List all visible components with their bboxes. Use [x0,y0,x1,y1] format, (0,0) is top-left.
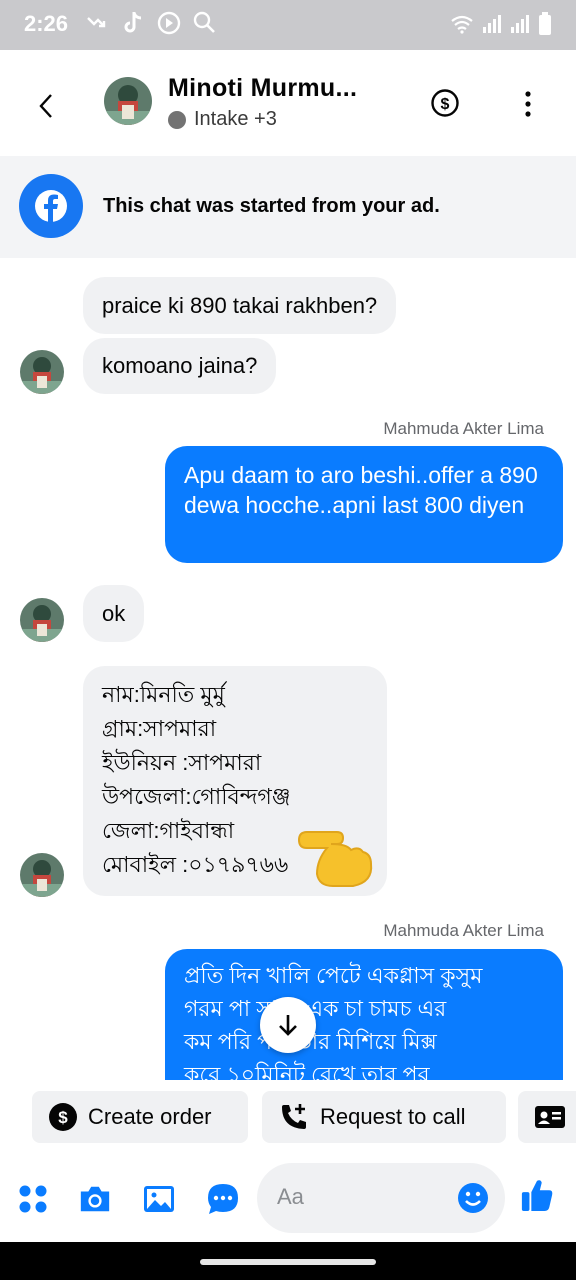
message-bubble-outgoing[interactable]: Apu daam to aro beshi..offer a 890 dewa … [165,446,563,563]
gallery-button[interactable] [142,1182,176,1216]
dollar-icon: $ [431,89,459,117]
svg-text:$: $ [58,1108,68,1127]
sender-name: Mahmuda Akter Lima [383,921,544,940]
system-navigation-bar [0,1242,576,1280]
like-button[interactable] [520,1178,554,1212]
home-gesture-handle[interactable] [200,1259,376,1265]
message-line: উপজেলা:গোবিন্দগঞ্জ [102,784,291,809]
message-line: ইউনিয়ন :সাপমারা [102,750,262,775]
wifi-icon [451,15,473,34]
arrow-down-icon [279,1015,297,1036]
message-text: Apu daam to aro beshi..offer a 890 dewa … [184,462,538,518]
signal-icon [511,15,529,33]
payment-button[interactable]: $ [430,88,460,118]
label-dot-icon [168,110,186,129]
request-to-call-button[interactable]: Request to call [262,1091,506,1143]
message-line: গ্রাম:সাপমারা [102,716,217,741]
message-text: komoano jaina? [102,353,258,378]
camera-button[interactable] [78,1182,112,1216]
message-text: praice ki 890 takai rakhben? [102,293,378,318]
ad-origin-banner: This chat was started from your ad. [0,156,576,258]
image-icon [144,1186,174,1212]
phone-plus-icon [282,1104,306,1129]
message-bubble-incoming[interactable]: praice ki 890 takai rakhben? [83,277,397,334]
contact-label-row[interactable]: Intake +3 [168,108,277,131]
vpn-icon [192,10,218,38]
contact-avatar-small[interactable] [20,350,64,394]
pointing-hand-emoji-icon [297,831,373,887]
message-line: কম পরি পাউডার মিশিয়ে মিক্স [184,1029,437,1054]
contact-name[interactable]: Minoti Murmu... [168,74,357,103]
emoji-icon[interactable] [457,1182,489,1214]
dollar-icon: $ [49,1103,77,1131]
tiktok-icon [120,10,146,38]
block-icon [156,10,182,38]
message-bubble-incoming[interactable]: komoano jaina? [83,338,277,394]
grid-icon [19,1185,47,1213]
id-card-icon [535,1106,565,1128]
message-input[interactable]: Aa [257,1163,505,1233]
more-options-button[interactable] [516,88,540,120]
request-to-call-label: Request to call [320,1104,466,1129]
contact-label: Intake +3 [194,108,277,130]
voice-message-button[interactable] [206,1182,240,1216]
facebook-icon [19,174,83,238]
sender-name: Mahmuda Akter Lima [383,419,544,438]
contact-avatar-small[interactable] [20,598,64,642]
chat-bubble-icon [208,1184,238,1214]
message-line: প্রতি দিন খালি পেটে একগ্লাস কুসুম [184,963,483,988]
status-notification-icons [84,10,218,38]
contact-card-button[interactable] [518,1091,576,1143]
more-vertical-icon [525,91,531,117]
ad-banner-text: This chat was started from your ad. [103,195,440,217]
message-line: গরম পা সাথে এক চা চামচ এর [184,996,447,1021]
contact-avatar[interactable] [104,77,152,125]
missed-call-icon [84,10,110,38]
svg-text:$: $ [441,96,450,113]
message-bubble-outgoing[interactable]: প্রতি দিন খালি পেটে একগ্লাস কুসুম গরম পা… [165,949,563,1080]
message-bubble-incoming[interactable]: ok [83,585,145,642]
chevron-left-icon [39,94,52,118]
status-bar: 2:26 [0,0,576,50]
create-order-button[interactable]: $ Create order [32,1091,248,1143]
create-order-label: Create order [88,1104,212,1129]
signal-icon [483,15,501,33]
message-text: ok [102,601,126,626]
back-button[interactable] [26,86,66,126]
message-line: করে ১০মিনিট রেখে তার পর [184,1062,430,1080]
chat-header: Minoti Murmu... Intake +3 $ [0,50,576,156]
camera-icon [80,1186,110,1212]
message-line: নাম:মিনতি মুর্মু [102,682,225,707]
quick-actions-bar: $ Create order Request to call [0,1080,576,1156]
message-input-placeholder: Aa [277,1184,304,1209]
status-system-icons [450,12,552,36]
thumbs-up-icon [521,1180,553,1212]
status-time: 2:26 [24,11,69,36]
more-actions-button[interactable] [16,1182,50,1216]
contact-avatar-small[interactable] [20,853,64,897]
battery-icon [539,12,551,35]
message-composer: Aa [0,1156,576,1242]
message-bubble-incoming[interactable]: নাম:মিনতি মুর্মু গ্রাম:সাপমারা ইউনিয়ন :… [83,666,387,896]
scroll-to-bottom-button[interactable] [260,997,316,1053]
